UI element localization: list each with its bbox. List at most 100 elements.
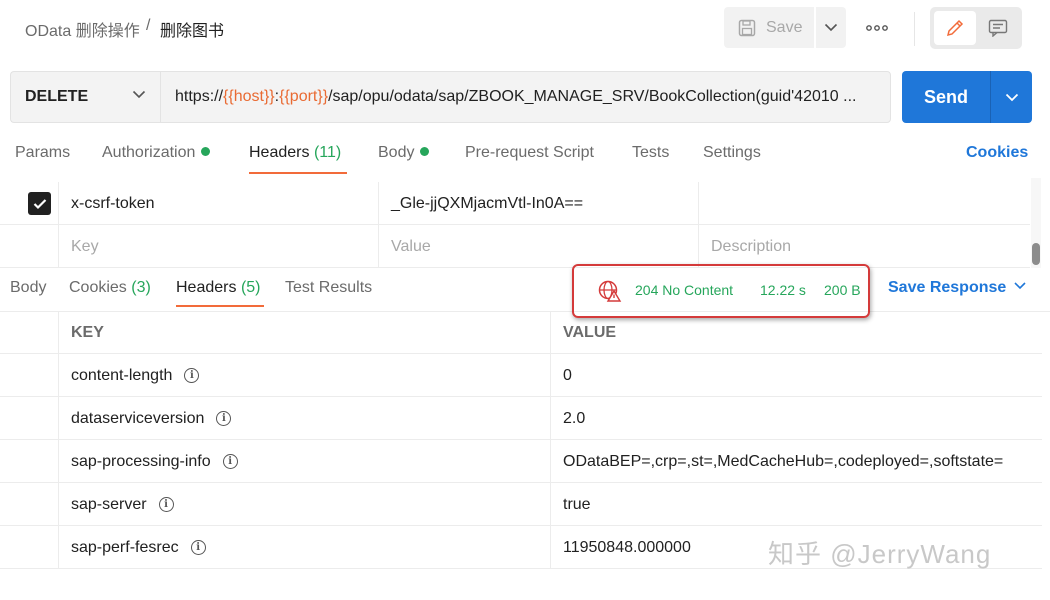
tab-settings[interactable]: Settings <box>703 144 761 162</box>
table-header-row: KEY VALUE <box>0 311 1042 354</box>
chevron-down-icon <box>1014 282 1026 290</box>
url-variable-host: {{host}} <box>223 88 275 105</box>
response-header-key: content-length i <box>58 354 550 397</box>
tab-test-results[interactable]: Test Results <box>285 279 372 297</box>
info-icon[interactable]: i <box>184 368 200 383</box>
header-enabled-checkbox[interactable] <box>28 192 51 215</box>
save-button[interactable]: Save <box>724 7 814 48</box>
save-options-button[interactable] <box>816 7 846 48</box>
chevron-down-icon <box>824 23 838 32</box>
tab-response-headers[interactable]: Headers (5) <box>176 279 261 297</box>
column-header-key: KEY <box>58 311 550 354</box>
send-button-group: Send <box>902 71 1032 123</box>
status-code[interactable]: 204 No Content <box>635 282 733 298</box>
active-tab-indicator <box>249 172 347 174</box>
headers-scrollbar-thumb[interactable] <box>1032 243 1040 265</box>
save-disk-icon <box>738 19 756 36</box>
url-path: /sap/opu/odata/sap/ZBOOK_MANAGE_SRV/Book… <box>328 88 857 105</box>
network-globe-warning-icon[interactable] <box>598 280 622 302</box>
table-row: x-csrf-token _Gle-jjQXMjacmVtl-In0A== <box>0 182 1030 225</box>
tab-authorization[interactable]: Authorization <box>102 144 211 162</box>
watermark: 知乎 @JerryWang <box>768 539 992 569</box>
response-header-key: sap-processing-info i <box>58 440 550 483</box>
url-prefix: https:// <box>175 88 224 105</box>
status-dot-icon <box>201 147 211 156</box>
save-response-button[interactable]: Save Response <box>888 279 1026 297</box>
breadcrumb-current[interactable]: 删除图书 <box>160 17 224 41</box>
new-description-input[interactable]: Description <box>698 225 1030 268</box>
info-icon[interactable]: i <box>222 454 238 469</box>
key-text: sap-perf-fesrec <box>71 538 179 556</box>
response-status-highlight: 204 No Content 12.22 s 200 B <box>572 264 870 318</box>
response-header-value: 0 <box>550 354 1042 397</box>
response-time[interactable]: 12.22 s <box>760 282 806 298</box>
tab-headers[interactable]: Headers (11) <box>249 144 341 162</box>
table-row: dataserviceversion i 2.0 <box>0 397 1042 440</box>
tab-response-cookies-count: (3) <box>131 279 151 296</box>
tab-authorization-label: Authorization <box>102 144 196 161</box>
url-input[interactable]: https://{{host}}: {{port}}/sap/opu/odata/… <box>160 71 891 123</box>
tab-response-body[interactable]: Body <box>10 279 46 297</box>
table-row-new: Key Value Description <box>0 225 1030 268</box>
save-label: Save <box>766 18 803 36</box>
response-header-key: sap-server i <box>58 483 550 526</box>
new-value-input[interactable]: Value <box>378 225 698 268</box>
tab-headers-label: Headers <box>249 144 310 161</box>
save-button-group: Save <box>724 7 846 48</box>
table-row: sap-server i true <box>0 483 1042 526</box>
request-headers-table: x-csrf-token _Gle-jjQXMjacmVtl-In0A== Ke… <box>0 182 1030 268</box>
new-key-input[interactable]: Key <box>58 225 378 268</box>
response-header-value: true <box>550 483 1042 526</box>
documentation-mode-button[interactable] <box>978 11 1018 45</box>
response-header-value: 2.0 <box>550 397 1042 440</box>
response-size[interactable]: 200 B <box>824 282 861 298</box>
method-value: DELETE <box>25 88 89 105</box>
edit-mode-button[interactable] <box>934 11 976 45</box>
info-icon[interactable]: i <box>190 540 206 555</box>
tab-pre-request-script[interactable]: Pre-request Script <box>465 144 594 162</box>
chevron-down-icon <box>1005 93 1018 101</box>
header-key-cell[interactable]: x-csrf-token <box>58 182 378 225</box>
response-tabs: Body Cookies (3) Headers (5) Test Result… <box>0 268 1050 312</box>
key-text: dataserviceversion <box>71 409 205 427</box>
header-description-cell[interactable] <box>698 182 1030 225</box>
url-variable-port: {{port}} <box>279 88 329 105</box>
tab-body[interactable]: Body <box>378 144 430 162</box>
tab-response-headers-label: Headers <box>176 279 237 296</box>
response-header-key: dataserviceversion i <box>58 397 550 440</box>
save-response-label: Save Response <box>888 279 1007 296</box>
comment-doc-icon <box>988 19 1008 37</box>
column-header-value: VALUE <box>550 311 1042 354</box>
send-options-button[interactable] <box>991 71 1032 123</box>
table-row: sap-processing-info i ODataBEP=,crp=,st=,… <box>0 440 1042 483</box>
tab-tests[interactable]: Tests <box>632 144 669 162</box>
checkmark-icon <box>33 198 46 209</box>
breadcrumb-parent[interactable]: OData 删除操作 <box>25 17 140 41</box>
response-header-value: ODataBEP=,crp=,st=,MedCacheHub=,codeploy… <box>550 440 1042 483</box>
tab-body-label: Body <box>378 144 415 161</box>
cookies-link[interactable]: Cookies <box>966 144 1028 162</box>
toolbar-divider <box>914 12 915 46</box>
info-icon[interactable]: i <box>158 497 174 512</box>
tab-response-cookies[interactable]: Cookies (3) <box>69 279 151 297</box>
more-dots-icon <box>866 25 888 31</box>
tab-params[interactable]: Params <box>15 144 70 162</box>
info-icon[interactable]: i <box>216 411 232 426</box>
response-header-key: sap-perf-fesrec i <box>58 526 550 569</box>
tab-response-cookies-label: Cookies <box>69 279 127 296</box>
request-tabs: Params Authorization Headers (11) Body P… <box>0 140 1050 176</box>
method-select[interactable]: DELETE <box>10 71 160 123</box>
send-button[interactable]: Send <box>902 71 990 123</box>
tab-headers-count: (11) <box>313 144 342 161</box>
key-text: content-length <box>71 366 173 384</box>
header-value-cell[interactable]: _Gle-jjQXMjacmVtl-In0A== <box>378 182 698 225</box>
table-row: content-length i 0 <box>0 354 1042 397</box>
pencil-icon <box>946 19 964 37</box>
key-text: sap-server <box>71 495 147 513</box>
breadcrumb-separator: / <box>146 17 151 34</box>
status-dot-icon <box>420 147 430 156</box>
more-options-button[interactable] <box>862 14 892 42</box>
view-mode-toggle <box>930 7 1022 49</box>
key-text: sap-processing-info <box>71 452 211 470</box>
top-bar: OData 删除操作 / 删除图书 Save <box>0 0 1050 56</box>
